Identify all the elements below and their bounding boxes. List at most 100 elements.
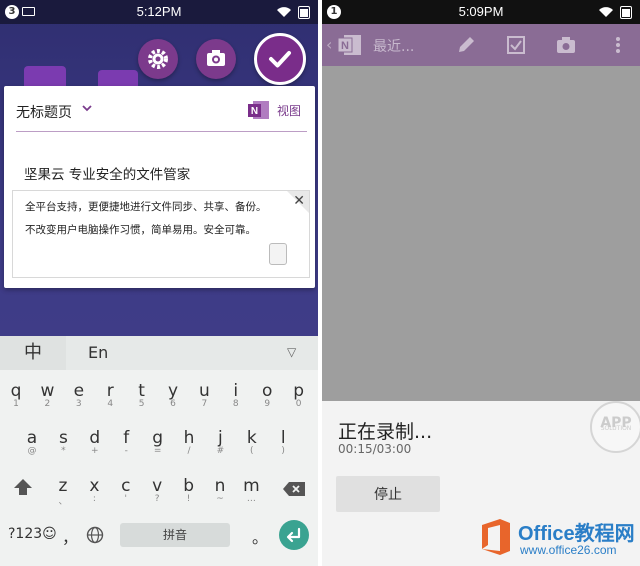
done-button[interactable]	[254, 33, 306, 85]
recording-title: 正在录制...	[338, 421, 433, 443]
pencil-icon[interactable]	[456, 35, 476, 55]
key-q[interactable]: q1	[2, 381, 30, 409]
space-key[interactable]: 拼音	[120, 523, 230, 547]
key-a[interactable]: a @	[18, 428, 46, 456]
key-k[interactable]: k(	[238, 428, 266, 456]
watermark-url: www.office26.com	[520, 543, 617, 557]
key-b[interactable]: b!	[175, 476, 203, 504]
badge-sub: SOLUTION	[600, 425, 632, 432]
key-h[interactable]: h /	[175, 428, 203, 456]
backspace-icon[interactable]	[282, 481, 306, 497]
gear-icon	[148, 49, 168, 69]
status-time: 5:09PM	[458, 4, 504, 19]
view-button[interactable]: 视图	[277, 102, 301, 119]
key-v[interactable]: v?	[143, 476, 171, 504]
key-alt-label: ~	[216, 494, 224, 504]
checkbox-icon[interactable]	[506, 35, 526, 55]
close-icon[interactable]: ✕	[293, 193, 305, 209]
key-main-label: p	[293, 381, 304, 401]
chevron-down-icon[interactable]	[80, 101, 94, 115]
key-n[interactable]: n ~	[206, 476, 234, 504]
back-icon[interactable]: ‹	[326, 35, 332, 54]
office-logo-icon	[482, 519, 510, 555]
comma-key[interactable]: ，	[62, 524, 78, 548]
key-z[interactable]: z、	[49, 476, 77, 507]
key-r[interactable]: r4	[96, 381, 124, 409]
key-main-label: e	[73, 381, 85, 401]
more-options-icon[interactable]	[608, 35, 628, 55]
camera-icon[interactable]	[556, 35, 576, 55]
key-s[interactable]: s *	[49, 428, 77, 456]
key-m[interactable]: m…	[237, 476, 265, 504]
symbols-key[interactable]: ?123☺	[8, 526, 57, 542]
globe-icon[interactable]	[86, 526, 104, 544]
key-alt-label: 6	[170, 399, 176, 409]
divider	[16, 131, 307, 132]
recording-duration: 00:15/03:00	[338, 442, 412, 456]
recent-title[interactable]: 最近...	[373, 36, 414, 56]
key-w[interactable]: w2	[33, 381, 61, 409]
collapse-keyboard-icon[interactable]: ▽	[287, 345, 296, 359]
key-i[interactable]: i8	[222, 381, 250, 409]
key-d[interactable]: d +	[81, 428, 109, 456]
key-alt-label: 7	[201, 399, 208, 409]
checkmark-icon	[269, 51, 291, 68]
key-main-label: m	[243, 476, 260, 496]
key-e[interactable]: e3	[65, 381, 93, 409]
lang-english-key[interactable]: En	[88, 343, 108, 362]
key-c[interactable]: c '	[112, 476, 140, 504]
key-alt-label: 0	[295, 399, 302, 409]
app-toolbar: ‹ N 最近...	[322, 24, 640, 66]
key-main-label: u	[199, 381, 210, 401]
settings-button[interactable]	[138, 39, 178, 79]
svg-text:N: N	[251, 106, 258, 117]
key-alt-label: (	[250, 446, 254, 456]
key-main-label: c	[121, 476, 131, 496]
office26-watermark: Office教程网 www.office26.com	[478, 515, 638, 565]
onenote-logo-icon: N	[338, 35, 361, 55]
key-main-label: g	[152, 428, 163, 448]
key-x[interactable]: x:	[80, 476, 108, 504]
lang-chinese-key[interactable]: 中	[0, 336, 66, 370]
keyboard-status-icon	[22, 7, 35, 16]
page-title[interactable]: 无标题页	[16, 102, 72, 122]
svg-text:N: N	[341, 40, 349, 52]
key-main-label: b	[183, 476, 194, 496]
key-alt-label: 3	[75, 399, 82, 409]
key-u[interactable]: u7	[190, 381, 218, 409]
key-main-label: r	[106, 381, 114, 401]
key-alt-label: !	[186, 494, 191, 504]
key-alt-label: :	[92, 494, 96, 504]
note-heading[interactable]: 坚果云 专业安全的文件管家	[24, 163, 190, 183]
shift-icon[interactable]	[12, 476, 34, 498]
battery-icon	[298, 6, 310, 19]
key-o[interactable]: o9	[253, 381, 281, 409]
key-p[interactable]: p0	[285, 381, 313, 409]
battery-icon	[620, 6, 632, 19]
key-j[interactable]: j #	[206, 428, 234, 456]
key-main-label: l	[280, 428, 286, 448]
key-f[interactable]: f-	[112, 428, 140, 456]
key-g[interactable]: g =	[144, 428, 172, 456]
key-alt-label: ?	[154, 494, 160, 504]
key-alt-label: =	[153, 446, 162, 456]
resize-handle[interactable]	[269, 243, 287, 265]
stop-button[interactable]: 停止	[336, 476, 440, 512]
key-alt-label: 8	[232, 399, 239, 409]
key-y[interactable]: y6	[159, 381, 187, 409]
camera-button[interactable]	[196, 39, 236, 79]
status-bar: 1 5:09PM	[322, 0, 640, 24]
key-alt-label: 4	[107, 399, 114, 409]
key-main-label: q	[10, 381, 22, 401]
key-l[interactable]: l)	[269, 428, 297, 456]
enter-key[interactable]	[279, 520, 309, 550]
left-screen: 3 5:12PM 无标题页 N 视图 坚果云 专业安全的文件管家 ✕ 全平台支持…	[0, 0, 318, 566]
period-key[interactable]: 。	[252, 524, 268, 548]
app-solution-badge: APP SOLUTION	[590, 401, 640, 453]
key-t[interactable]: t5	[128, 381, 156, 409]
key-main-label: o	[261, 381, 273, 401]
key-main-label: i	[233, 381, 239, 401]
key-alt-label: 9	[264, 399, 271, 409]
clipped-content[interactable]: ✕ 全平台支持，更便捷地进行文件同步、共享、备份。 不改变用户电脑操作习惯，简单…	[12, 190, 310, 278]
symbols-key-label: ?123	[8, 526, 43, 542]
